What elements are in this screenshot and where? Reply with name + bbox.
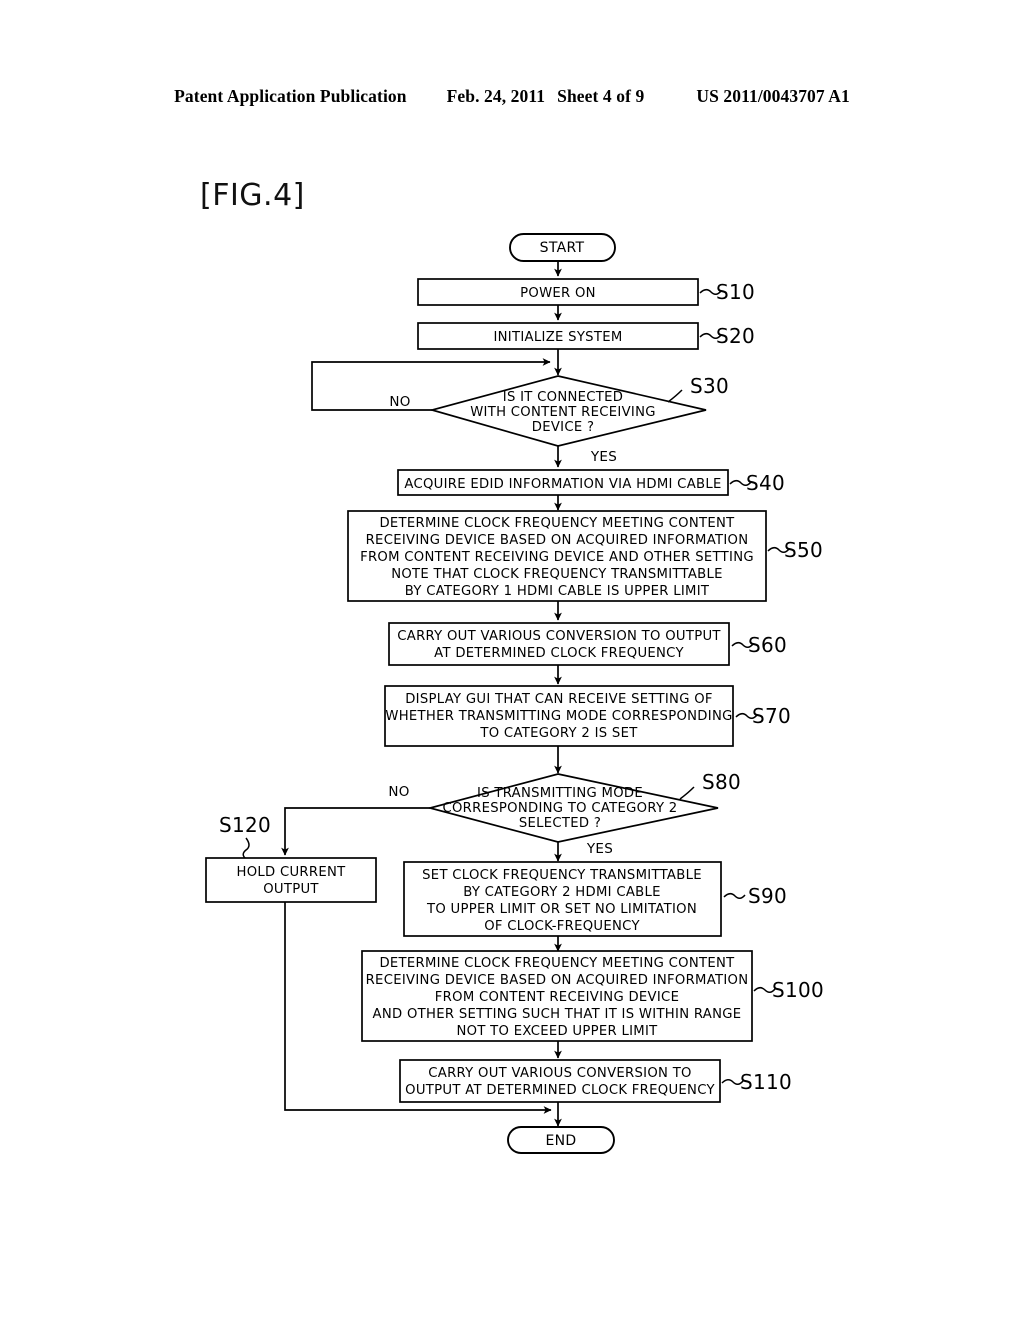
node-s120-line2: OUTPUT — [263, 882, 319, 897]
node-s50-line4: NOTE THAT CLOCK FREQUENCY TRANSMITTABLE — [391, 567, 723, 582]
node-s30-line1: IS IT CONNECTED — [503, 390, 624, 405]
node-s60-line1: CARRY OUT VARIOUS CONVERSION TO OUTPUT — [397, 629, 721, 644]
node-s120: HOLD CURRENT OUTPUT — [205, 857, 377, 903]
edge-s80-no-label: NO — [388, 784, 409, 800]
node-s50: DETERMINE CLOCK FREQUENCY MEETING CONTEN… — [347, 510, 767, 602]
node-s70-line2: WHETHER TRANSMITTING MODE CORRESPONDING — [385, 709, 732, 724]
node-s100-line4: AND OTHER SETTING SUCH THAT IT IS WITHIN… — [373, 1007, 742, 1022]
node-s50-line3: FROM CONTENT RECEIVING DEVICE AND OTHER … — [360, 550, 754, 565]
node-s70-line3: TO CATEGORY 2 IS SET — [479, 726, 638, 741]
node-s10-label: POWER ON — [520, 286, 596, 301]
node-s60-line2: AT DETERMINED CLOCK FREQUENCY — [434, 646, 684, 661]
node-s70-line1: DISPLAY GUI THAT CAN RECEIVE SETTING OF — [405, 692, 713, 707]
node-s40-label: ACQUIRE EDID INFORMATION VIA HDMI CABLE — [404, 477, 721, 492]
node-s110-line2: OUTPUT AT DETERMINED CLOCK FREQUENCY — [405, 1083, 715, 1098]
ref-s50: S50 — [784, 538, 823, 562]
node-s110: CARRY OUT VARIOUS CONVERSION TO OUTPUT A… — [399, 1059, 721, 1103]
node-s90-line3: TO UPPER LIMIT OR SET NO LIMITATION — [426, 902, 697, 917]
node-start-label: START — [540, 240, 585, 256]
node-s90-line2: BY CATEGORY 2 HDMI CABLE — [463, 885, 661, 900]
ref-s90: S90 — [748, 884, 787, 908]
node-s80-line2: CORRESPONDING TO CATEGORY 2 — [442, 801, 677, 816]
node-s80-line3: SELECTED ? — [519, 816, 601, 831]
node-s100-line5: NOT TO EXCEED UPPER LIMIT — [456, 1024, 658, 1039]
ref-s100: S100 — [772, 978, 824, 1002]
node-s50-line5: BY CATEGORY 1 HDMI CABLE IS UPPER LIMIT — [405, 584, 710, 599]
node-s30-line2: WITH CONTENT RECEIVING — [470, 405, 656, 420]
ref-s70: S70 — [752, 704, 791, 728]
ref-s60: S60 — [748, 633, 787, 657]
node-s30: IS IT CONNECTED WITH CONTENT RECEIVING D… — [428, 375, 707, 447]
edge-s80-no: NO — [281, 784, 430, 856]
ref-s110: S110 — [740, 1070, 792, 1094]
node-end: END — [507, 1126, 615, 1154]
node-s20: INITIALIZE SYSTEM — [417, 322, 699, 350]
node-s90-line1: SET CLOCK FREQUENCY TRANSMITTABLE — [422, 868, 702, 883]
node-s100-line3: FROM CONTENT RECEIVING DEVICE — [435, 990, 679, 1005]
node-s30-line3: DEVICE ? — [532, 420, 595, 435]
node-start: START — [509, 233, 616, 262]
node-s80: IS TRANSMITTING MODE CORRESPONDING TO CA… — [426, 773, 719, 843]
edge-s30-yes-label: YES — [590, 449, 617, 465]
node-s10: POWER ON — [417, 278, 699, 306]
node-s120-line1: HOLD CURRENT — [236, 865, 346, 880]
node-s60: CARRY OUT VARIOUS CONVERSION TO OUTPUT A… — [388, 622, 730, 666]
node-s70: DISPLAY GUI THAT CAN RECEIVE SETTING OF … — [384, 685, 734, 747]
node-s100-line2: RECEIVING DEVICE BASED ON ACQUIRED INFOR… — [366, 973, 749, 988]
node-s20-label: INITIALIZE SYSTEM — [493, 330, 622, 345]
edge-s80-yes-label: YES — [586, 841, 613, 857]
ref-s80: S80 — [702, 770, 741, 794]
ref-s20: S20 — [716, 324, 755, 348]
node-end-label: END — [546, 1133, 577, 1149]
node-s90: SET CLOCK FREQUENCY TRANSMITTABLE BY CAT… — [403, 861, 722, 937]
patent-page: Patent Application Publication Feb. 24, … — [0, 0, 1024, 1320]
node-s90-line4: OF CLOCK-FREQUENCY — [484, 919, 640, 934]
ref-s10: S10 — [716, 280, 755, 304]
flowchart-diagram: START POWER ON S10 INITIALIZE SYSTEM S20… — [205, 233, 824, 1154]
node-s50-line2: RECEIVING DEVICE BASED ON ACQUIRED INFOR… — [366, 533, 749, 548]
node-s110-line1: CARRY OUT VARIOUS CONVERSION TO — [428, 1066, 692, 1081]
ref-s30: S30 — [690, 374, 729, 398]
node-s100-line1: DETERMINE CLOCK FREQUENCY MEETING CONTEN… — [379, 956, 735, 971]
node-s80-line1: IS TRANSMITTING MODE — [477, 786, 643, 801]
node-s40: ACQUIRE EDID INFORMATION VIA HDMI CABLE — [397, 469, 729, 496]
node-s100: DETERMINE CLOCK FREQUENCY MEETING CONTEN… — [361, 950, 753, 1042]
edge-s30-no-label: NO — [389, 394, 410, 410]
node-s50-line1: DETERMINE CLOCK FREQUENCY MEETING CONTEN… — [379, 516, 735, 531]
ref-s120: S120 — [219, 813, 271, 837]
ref-s40: S40 — [746, 471, 785, 495]
